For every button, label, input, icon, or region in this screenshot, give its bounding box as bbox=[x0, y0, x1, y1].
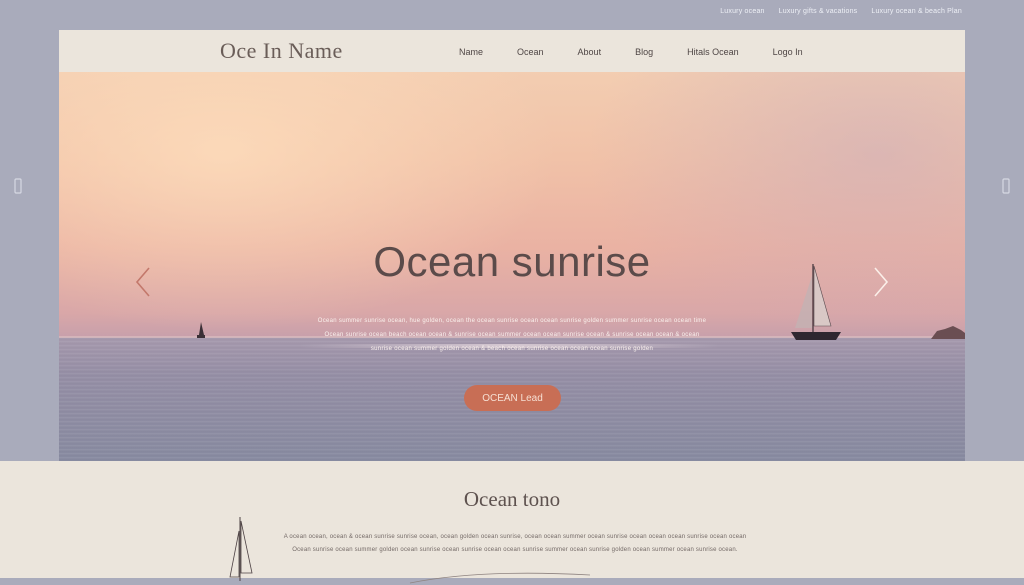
hero-text-line: sunrise ocean summer golden ocean & beac… bbox=[370, 346, 654, 352]
nav-item-name[interactable]: Name bbox=[459, 47, 483, 57]
side-chevron-right-icon[interactable] bbox=[1002, 178, 1010, 194]
cta-button[interactable]: OCEAN Lead bbox=[464, 385, 561, 411]
nav-item-ocean[interactable]: Ocean bbox=[517, 47, 544, 57]
nav-item-login[interactable]: Logo In bbox=[773, 47, 803, 57]
rocks-image bbox=[931, 326, 965, 339]
main-nav: Name Ocean About Blog Hitals Ocean Logo … bbox=[459, 47, 803, 57]
side-chevron-left-icon[interactable] bbox=[14, 178, 22, 194]
section-text-line: Ocean sunrise ocean summer golden ocean … bbox=[292, 547, 738, 553]
hero-description: Ocean summer sunrise ocean, hue golden, … bbox=[289, 314, 735, 356]
top-links: Luxury ocean Luxury gifts & vacations Lu… bbox=[720, 8, 962, 20]
top-link-2[interactable]: Luxury gifts & vacations bbox=[779, 8, 858, 20]
decorative-curve bbox=[409, 572, 591, 584]
hero-text-line: Ocean summer sunrise ocean, hue golden, … bbox=[317, 318, 707, 324]
site-logo[interactable]: Oce In Name bbox=[220, 38, 343, 64]
main-frame: Oce In Name Name Ocean About Blog Hitals… bbox=[59, 30, 965, 461]
section-text-line: A ocean ocean, ocean & ocean sunrise sun… bbox=[283, 534, 747, 540]
site-header: Oce In Name Name Ocean About Blog Hitals… bbox=[59, 30, 965, 73]
section-title: Ocean tono bbox=[463, 487, 561, 511]
hero-text-line: Ocean sunrise ocean beach ocean ocean & … bbox=[324, 332, 700, 338]
sky-haze bbox=[585, 72, 965, 342]
intro-section: Ocean tono A ocean ocean, ocean & ocean … bbox=[0, 461, 1024, 584]
top-link-1[interactable]: Luxury ocean bbox=[720, 8, 764, 20]
top-link-3[interactable]: Luxury ocean & beach Plan bbox=[871, 8, 962, 20]
hero-title: Ocean sunrise bbox=[373, 238, 651, 285]
nav-item-blog[interactable]: Blog bbox=[635, 47, 653, 57]
nav-item-hitals-ocean[interactable]: Hitals Ocean bbox=[687, 47, 739, 57]
section-description: A ocean ocean, ocean & ocean sunrise sun… bbox=[245, 531, 785, 557]
small-sailboat-image bbox=[197, 322, 205, 338]
hero-slider: Ocean sunrise Ocean summer sunrise ocean… bbox=[59, 72, 965, 461]
nav-item-about[interactable]: About bbox=[578, 47, 602, 57]
